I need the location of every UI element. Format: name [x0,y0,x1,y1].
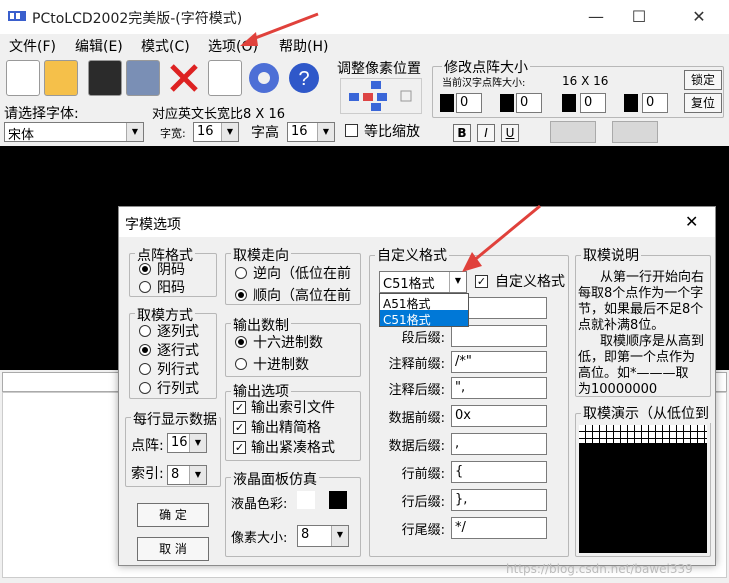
arrow-to-format-select [471,204,541,264]
arrow-to-options-menu [249,12,319,42]
arrow-head-options [240,32,258,46]
annotation-arrows [240,12,541,272]
watermark: https://blog.csdn.net/bawei339 [506,562,693,576]
